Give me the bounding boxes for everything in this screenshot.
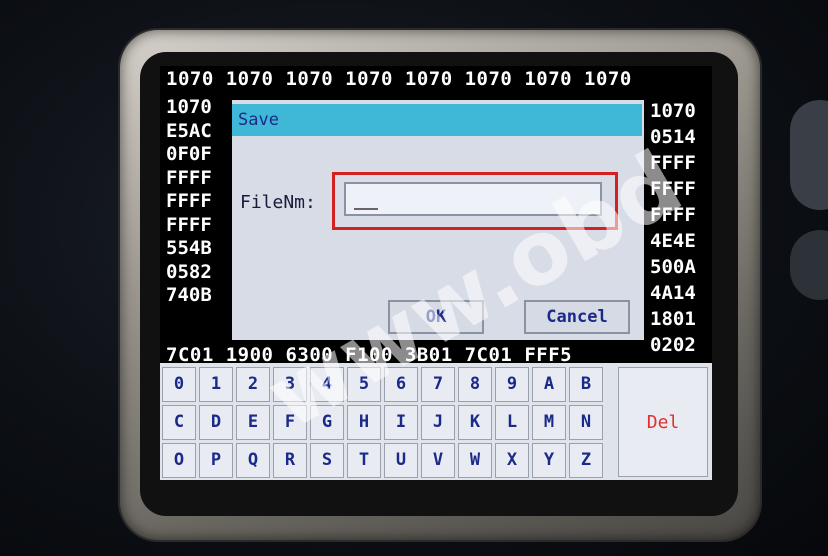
key[interactable]: R	[273, 443, 307, 478]
cancel-button[interactable]: Cancel	[524, 300, 630, 334]
save-dialog: Save FileNm: OK Cancel	[232, 100, 644, 340]
hex-cell: FFFF	[166, 213, 212, 236]
hex-cell: FFFF	[650, 178, 696, 200]
key[interactable]: Y	[532, 443, 566, 478]
hex-cell: 1070	[285, 68, 334, 90]
key[interactable]: 4	[310, 367, 344, 402]
key[interactable]: A	[532, 367, 566, 402]
hex-cell: 1070	[650, 100, 696, 122]
key[interactable]: 6	[384, 367, 418, 402]
hex-cell: 740B	[166, 284, 212, 306]
key[interactable]: J	[421, 405, 455, 440]
key[interactable]: O	[162, 443, 196, 478]
hex-column-right: 1070 0514 FFFF FFFF FFFF 4E4E 500A 4A14 …	[650, 98, 696, 358]
key[interactable]: C	[162, 405, 196, 440]
hex-cell: FFFF	[650, 152, 696, 174]
side-knob	[790, 100, 828, 210]
key[interactable]: 1	[199, 367, 233, 402]
hex-cell: FFFF	[650, 204, 696, 226]
key[interactable]: E	[236, 405, 270, 440]
key[interactable]: I	[384, 405, 418, 440]
hex-cell: 4E4E	[650, 230, 696, 252]
key[interactable]: Q	[236, 443, 270, 478]
key[interactable]: L	[495, 405, 529, 440]
key[interactable]: F	[273, 405, 307, 440]
hex-cell: 0582	[166, 260, 212, 283]
key[interactable]: 9	[495, 367, 529, 402]
hex-cell: E5AC	[166, 119, 212, 142]
key[interactable]: U	[384, 443, 418, 478]
key[interactable]: 3	[273, 367, 307, 402]
key[interactable]: W	[458, 443, 492, 478]
hex-cell: FFFF	[166, 166, 212, 189]
ok-button[interactable]: OK	[388, 300, 484, 334]
key[interactable]: D	[199, 405, 233, 440]
hex-cell: 1070	[584, 68, 632, 90]
hex-cell: 4A14	[650, 282, 696, 304]
hex-cell: 0202	[650, 334, 696, 356]
key[interactable]: X	[495, 443, 529, 478]
hex-row-top: 1070 1070 1070 1070 1070 1070 1070 1070	[166, 68, 632, 90]
hex-cell: 500A	[650, 256, 696, 278]
key[interactable]: 5	[347, 367, 381, 402]
key[interactable]: P	[199, 443, 233, 478]
side-button	[790, 230, 828, 300]
hex-cell: 1070	[345, 68, 393, 90]
key[interactable]: M	[532, 405, 566, 440]
key[interactable]: B	[569, 367, 603, 402]
key[interactable]: 2	[236, 367, 270, 402]
dialog-title: Save	[232, 104, 642, 136]
delete-key[interactable]: Del	[618, 367, 708, 477]
key[interactable]: 0	[162, 367, 196, 402]
key[interactable]: T	[347, 443, 381, 478]
on-screen-keyboard: 0 1 2 3 4 5 6 7 8 9 A B C D E F G H I J …	[160, 363, 712, 480]
hex-cell: 1070	[166, 68, 214, 90]
hex-cell: 554B	[166, 237, 212, 259]
hex-cell: 0514	[650, 126, 696, 148]
key[interactable]: K	[458, 405, 492, 440]
hex-cell: FFFF	[166, 190, 212, 212]
filename-label: FileNm:	[240, 192, 316, 213]
text-cursor	[354, 208, 378, 210]
hex-cell: 1070	[166, 96, 212, 118]
key[interactable]: S	[310, 443, 344, 478]
device-body: 1070 1070 1070 1070 1070 1070 1070 1070 …	[0, 0, 828, 556]
hex-cell: 1070	[404, 68, 453, 90]
key[interactable]: 8	[458, 367, 492, 402]
key[interactable]: V	[421, 443, 455, 478]
key[interactable]: 7	[421, 367, 455, 402]
hex-cell: 1070	[225, 68, 274, 90]
lcd-screen: 1070 1070 1070 1070 1070 1070 1070 1070 …	[160, 66, 712, 480]
hex-cell: 0F0F	[166, 143, 212, 165]
key[interactable]: H	[347, 405, 381, 440]
hex-cell: 1801	[650, 308, 696, 330]
hex-column-left: 1070 E5AC 0F0F FFFF FFFF FFFF 554B 0582 …	[166, 96, 212, 308]
key[interactable]: N	[569, 405, 603, 440]
key[interactable]: G	[310, 405, 344, 440]
hex-cell: 1070	[464, 68, 513, 90]
hex-cell: 1070	[524, 68, 573, 90]
key[interactable]: Z	[569, 443, 603, 478]
filename-input[interactable]	[344, 182, 602, 216]
